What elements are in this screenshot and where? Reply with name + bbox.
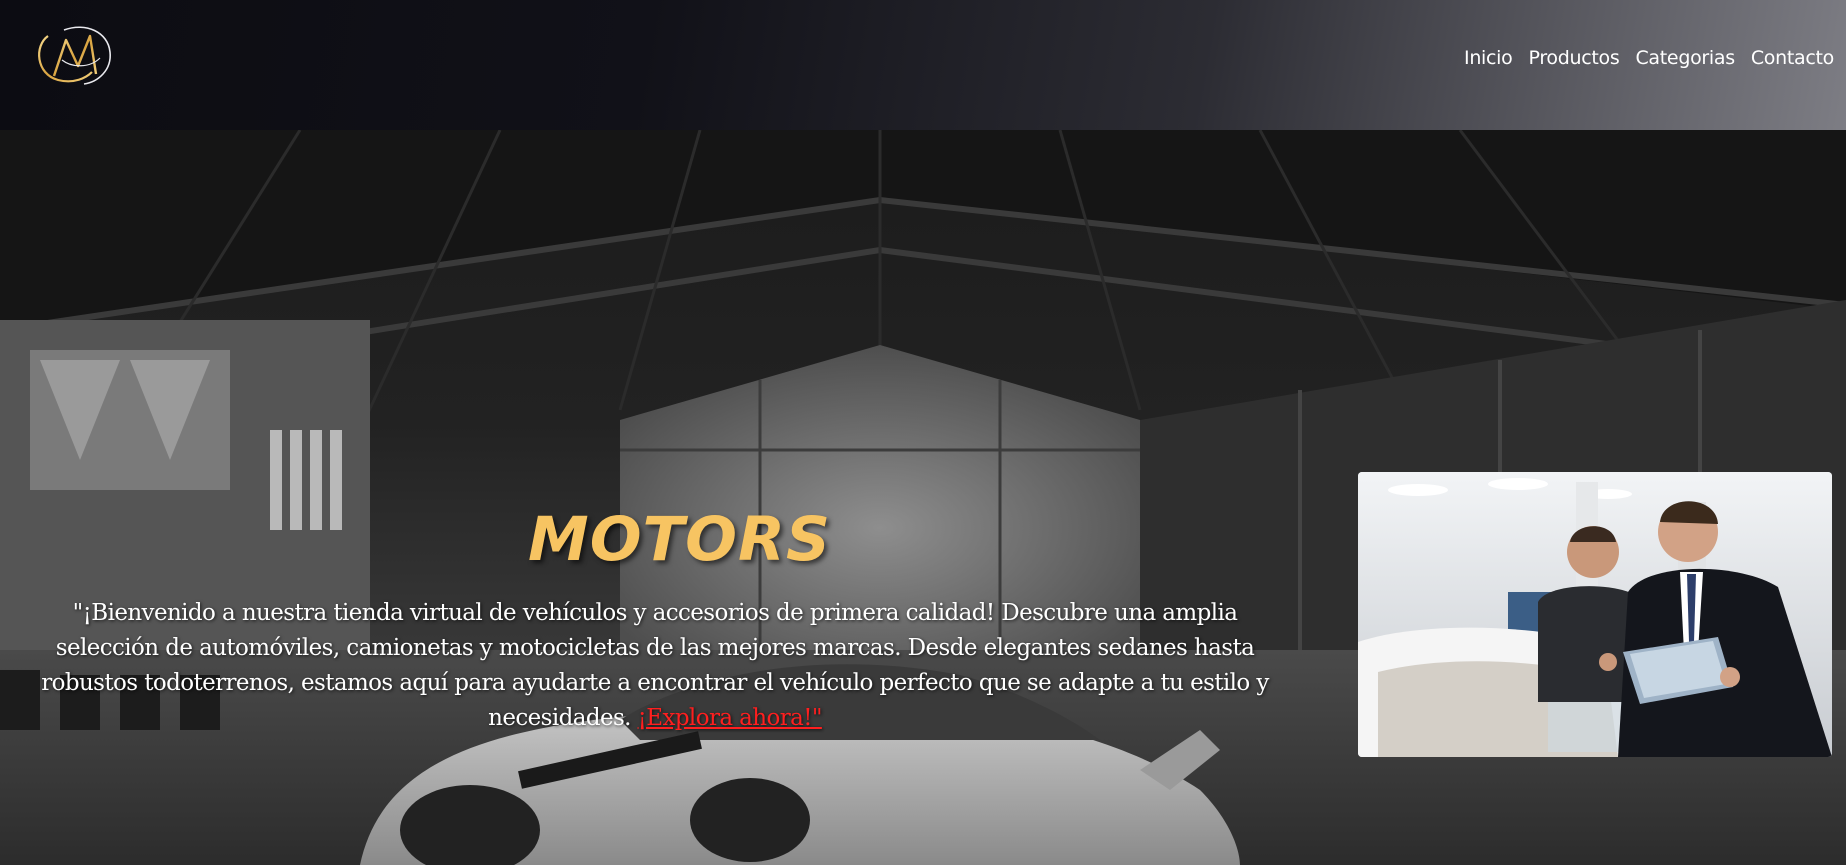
logo-icon[interactable] bbox=[34, 22, 124, 88]
nav-contacto[interactable]: Contacto bbox=[1751, 47, 1834, 69]
main-nav: Inicio Productos Categorias Contacto bbox=[1464, 47, 1834, 69]
welcome-paragraph: "¡Bienvenido a nuestra tienda virtual de… bbox=[30, 596, 1280, 736]
nav-categorias[interactable]: Categorias bbox=[1635, 47, 1735, 69]
dealership-photo-image bbox=[1358, 472, 1832, 757]
explore-now-link[interactable]: ¡Explora ahora!" bbox=[638, 705, 823, 731]
top-navbar: Inicio Productos Categorias Contacto bbox=[0, 0, 1846, 130]
brand-title: MOTORS bbox=[528, 504, 831, 575]
dealership-photo bbox=[1358, 472, 1832, 757]
nav-inicio[interactable]: Inicio bbox=[1464, 47, 1513, 69]
hero-section: MOTORS "¡Bienvenido a nuestra tienda vir… bbox=[0, 130, 1846, 865]
nav-productos[interactable]: Productos bbox=[1529, 47, 1620, 69]
